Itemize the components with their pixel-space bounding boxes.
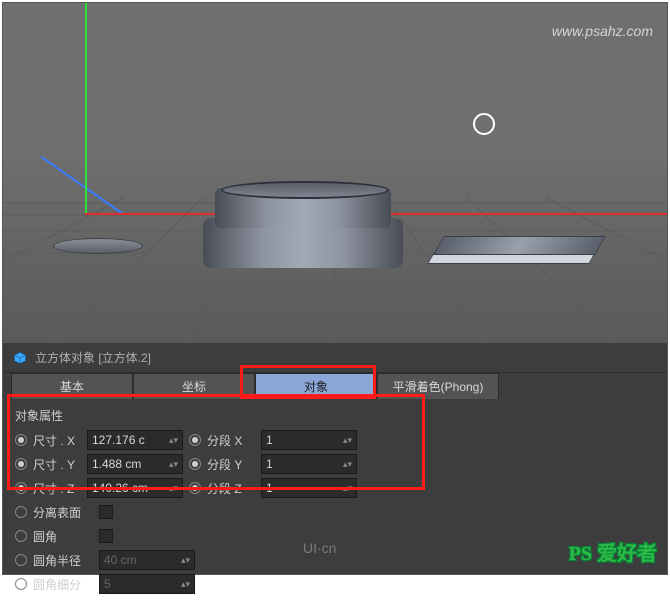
input-fillet-sub: 5▴▾: [99, 574, 195, 594]
3d-viewport[interactable]: [3, 3, 667, 343]
checkbox-separate[interactable]: [99, 505, 113, 519]
label-fillet: 圆角: [33, 528, 93, 545]
radio-seg-y[interactable]: [189, 458, 201, 470]
label-fillet-sub: 圆角细分: [33, 576, 93, 593]
label-fillet-radius: 圆角半径: [33, 552, 93, 569]
input-fillet-radius: 40 cm▴▾: [99, 550, 195, 570]
cube-icon: [13, 351, 27, 365]
radio-separate[interactable]: [15, 506, 27, 518]
label-seg-y: 分段 Y: [207, 456, 255, 473]
checkbox-fillet[interactable]: [99, 529, 113, 543]
radio-fillet-radius: [15, 554, 27, 566]
label-size-y: 尺寸 . Y: [33, 456, 81, 473]
mesh-cube-selected[interactable]: [438, 236, 598, 270]
label-seg-x: 分段 X: [207, 432, 255, 449]
radio-size-z[interactable]: [15, 482, 27, 494]
watermark-bottom-right: PS 爱好者: [569, 537, 657, 566]
radio-seg-x[interactable]: [189, 434, 201, 446]
radio-fillet[interactable]: [15, 530, 27, 542]
tab-bar: 基本 坐标 对象 平滑着色(Phong): [3, 373, 667, 399]
tab-object[interactable]: 对象: [255, 373, 377, 399]
input-size-x[interactable]: 127.176 c▴▾: [87, 430, 183, 450]
radio-size-x[interactable]: [15, 434, 27, 446]
input-seg-z[interactable]: 1▴▾: [261, 478, 357, 498]
watermark-center: UI·cn: [303, 540, 336, 556]
object-title-bar: 立方体对象 [立方体.2]: [3, 343, 667, 373]
radio-size-y[interactable]: [15, 458, 27, 470]
label-separate: 分离表面: [33, 504, 93, 521]
mesh-jar[interactable]: [203, 173, 403, 268]
label-size-z: 尺寸 . Z: [33, 480, 81, 497]
radio-seg-z[interactable]: [189, 482, 201, 494]
tab-basic[interactable]: 基本: [11, 373, 133, 399]
object-title: 立方体对象 [立方体.2]: [35, 349, 151, 366]
label-size-x: 尺寸 . X: [33, 432, 81, 449]
mesh-lid[interactable]: [53, 238, 143, 254]
tab-phong[interactable]: 平滑着色(Phong): [377, 373, 499, 399]
props-section-title: 对象属性: [15, 407, 655, 424]
tab-coord[interactable]: 坐标: [133, 373, 255, 399]
rotation-handle-icon[interactable]: [473, 113, 495, 135]
input-size-z[interactable]: 140.26 cm▴▾: [87, 478, 183, 498]
watermark-top: www.psahz.com: [552, 23, 653, 39]
object-properties: 对象属性 尺寸 . X 127.176 c▴▾ 分段 X 1▴▾ 尺寸 . Y …: [3, 399, 667, 604]
axis-y: [85, 3, 87, 213]
label-seg-z: 分段 Z: [207, 480, 255, 497]
radio-fillet-sub: [15, 578, 27, 590]
input-seg-y[interactable]: 1▴▾: [261, 454, 357, 474]
input-seg-x[interactable]: 1▴▾: [261, 430, 357, 450]
input-size-y[interactable]: 1.488 cm▴▾: [87, 454, 183, 474]
